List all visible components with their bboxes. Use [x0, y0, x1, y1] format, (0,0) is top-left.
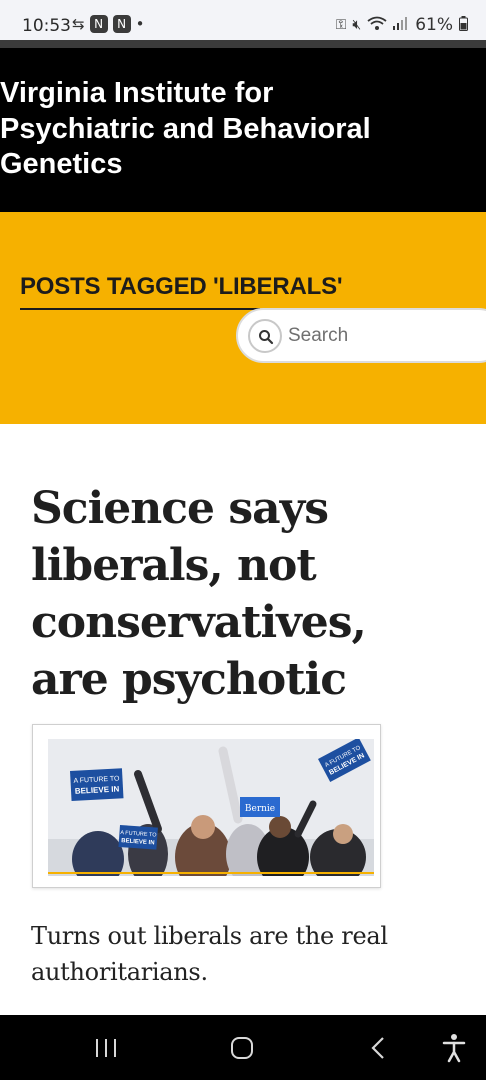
battery-level: 61% — [415, 15, 453, 35]
system-navigation-bar — [0, 1015, 486, 1080]
status-time: 10:53 — [22, 16, 71, 36]
accessibility-button[interactable] — [434, 1031, 474, 1065]
mute-icon: 🔇︎ — [352, 17, 362, 33]
tag-archive-band: POSTS TAGGED 'LIBERALS' — [0, 212, 486, 424]
progress-line — [0, 40, 486, 48]
signal-icon — [393, 16, 409, 34]
accessibility-icon — [442, 1034, 466, 1063]
article-excerpt: Turns out liberals are the real authorit… — [31, 922, 388, 986]
cast-icon: ⇆ — [72, 15, 85, 33]
search-box[interactable] — [236, 308, 486, 363]
site-header: Virginia Institute for Psychiatric and B… — [0, 48, 486, 212]
wifi-icon — [367, 15, 387, 35]
tag-archive-heading: POSTS TAGGED 'LIBERALS' — [20, 273, 343, 300]
app-notification-icon: N — [112, 15, 131, 33]
site-title[interactable]: Virginia Institute for Psychiatric and B… — [0, 76, 400, 183]
back-icon — [371, 1037, 384, 1059]
key-icon: ⚿ — [335, 17, 347, 33]
search-icon[interactable] — [248, 319, 282, 353]
article-featured-image[interactable]: A FUTURE TO BELIEVE IN A FUTURE TO BELIE… — [32, 724, 381, 888]
status-icons-right: ⚿ 🔇︎ 61% — [336, 15, 468, 35]
recent-apps-button[interactable] — [86, 1031, 126, 1065]
article-title[interactable]: Science says liberals, not conservatives… — [31, 480, 451, 708]
recent-apps-icon — [96, 1039, 116, 1057]
status-bar: 10:53 ⇆ N N • ⚿ 🔇︎ 61% — [0, 0, 486, 40]
heading-underline — [20, 308, 260, 310]
home-button[interactable] — [222, 1031, 262, 1065]
back-button[interactable] — [358, 1031, 398, 1065]
search-input[interactable] — [288, 322, 486, 350]
sign-text: Bernie — [245, 804, 275, 814]
battery-icon — [459, 15, 468, 35]
app-notification-icon: N — [89, 15, 108, 33]
more-notifications-dot: • — [135, 15, 145, 33]
home-icon — [231, 1037, 253, 1059]
status-icons-left: ⇆ N N • — [72, 15, 144, 33]
